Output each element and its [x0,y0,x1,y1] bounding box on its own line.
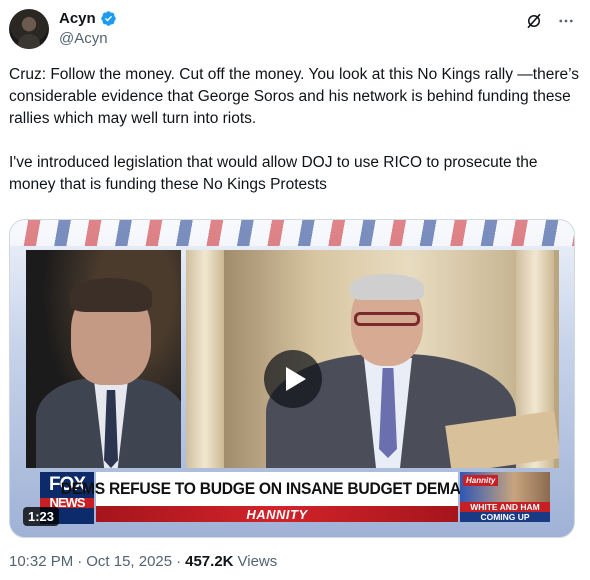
video-player[interactable]: FOX NEWS DEMS REFUSE TO BUDGE ON INSANE … [9,219,575,538]
video-duration: 1:23 [23,507,60,526]
video-left-panel [26,250,181,468]
show-name: HANNITY [246,506,308,522]
more-icon[interactable] [556,11,576,31]
views-label: Views [237,553,278,570]
meta-separator: · [77,553,83,570]
promo-line-2: COMING UP [480,512,530,522]
play-icon [285,367,306,391]
promo-line-1: WHITE AND HAM [460,502,550,512]
chyron-headline-bar: DEMS REFUSE TO BUDGE ON INSANE BUDGET DE… [61,472,493,506]
tweet-date[interactable]: Oct 15, 2025 [86,553,172,570]
chyron-promo: Hannity WHITE AND HAM COMING UP [460,472,550,522]
verified-badge-icon [100,11,116,26]
promo-badge: Hannity [463,475,499,486]
views-count[interactable]: 457.2K [185,553,233,570]
meta-separator: · [176,553,182,570]
tweet-header: Acyn @Acyn [9,7,576,51]
header-actions [524,11,576,31]
video-frame: FOX NEWS DEMS REFUSE TO BUDGE ON INSANE … [10,220,574,537]
author-handle[interactable]: @Acyn [59,30,108,47]
tweet-meta: 10:32 PM · Oct 15, 2025 · 457.2K Views [9,553,277,570]
grok-icon[interactable] [524,11,544,31]
play-button[interactable] [264,350,322,408]
chyron-headline: DEMS REFUSE TO BUDGE ON INSANE BUDGET DE… [60,479,494,498]
studio-backdrop [10,220,574,246]
author-name-row: Acyn [59,10,117,27]
avatar[interactable] [9,9,49,49]
tweet-text: Cruz: Follow the money. Cut off the mone… [9,66,580,193]
tweet-time[interactable]: 10:32 PM [9,553,73,570]
author-display-name[interactable]: Acyn [59,10,96,27]
video-right-panel [186,250,559,468]
news-chyron: FOX NEWS DEMS REFUSE TO BUDGE ON INSANE … [40,472,550,524]
chyron-show-bar: HANNITY [96,506,458,522]
